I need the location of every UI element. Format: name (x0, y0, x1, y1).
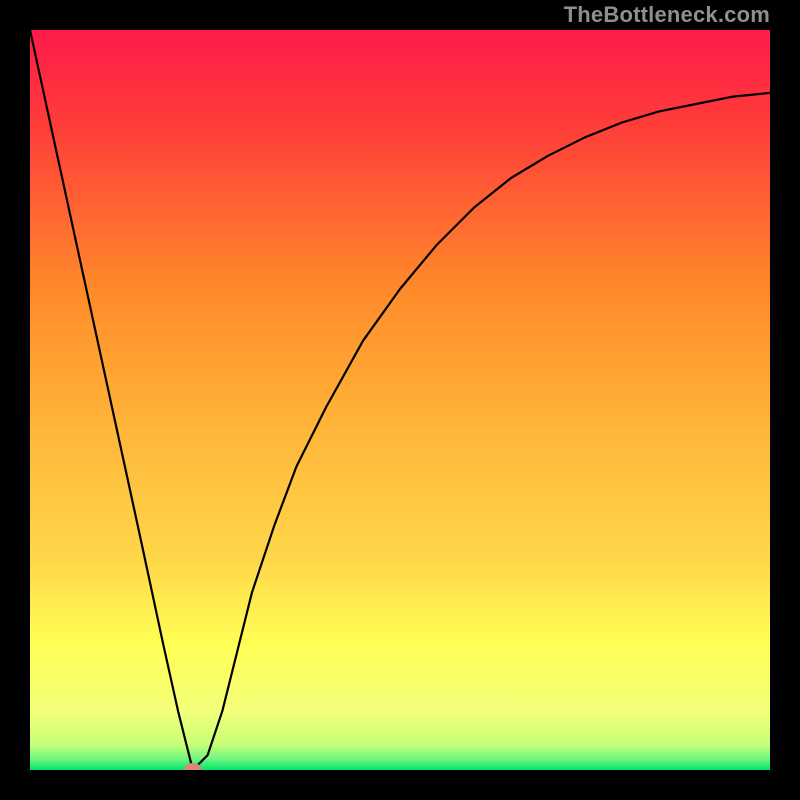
gradient-background (30, 30, 770, 770)
chart-frame (30, 30, 770, 770)
watermark-label: TheBottleneck.com (564, 2, 770, 28)
bottleneck-chart (30, 30, 770, 770)
